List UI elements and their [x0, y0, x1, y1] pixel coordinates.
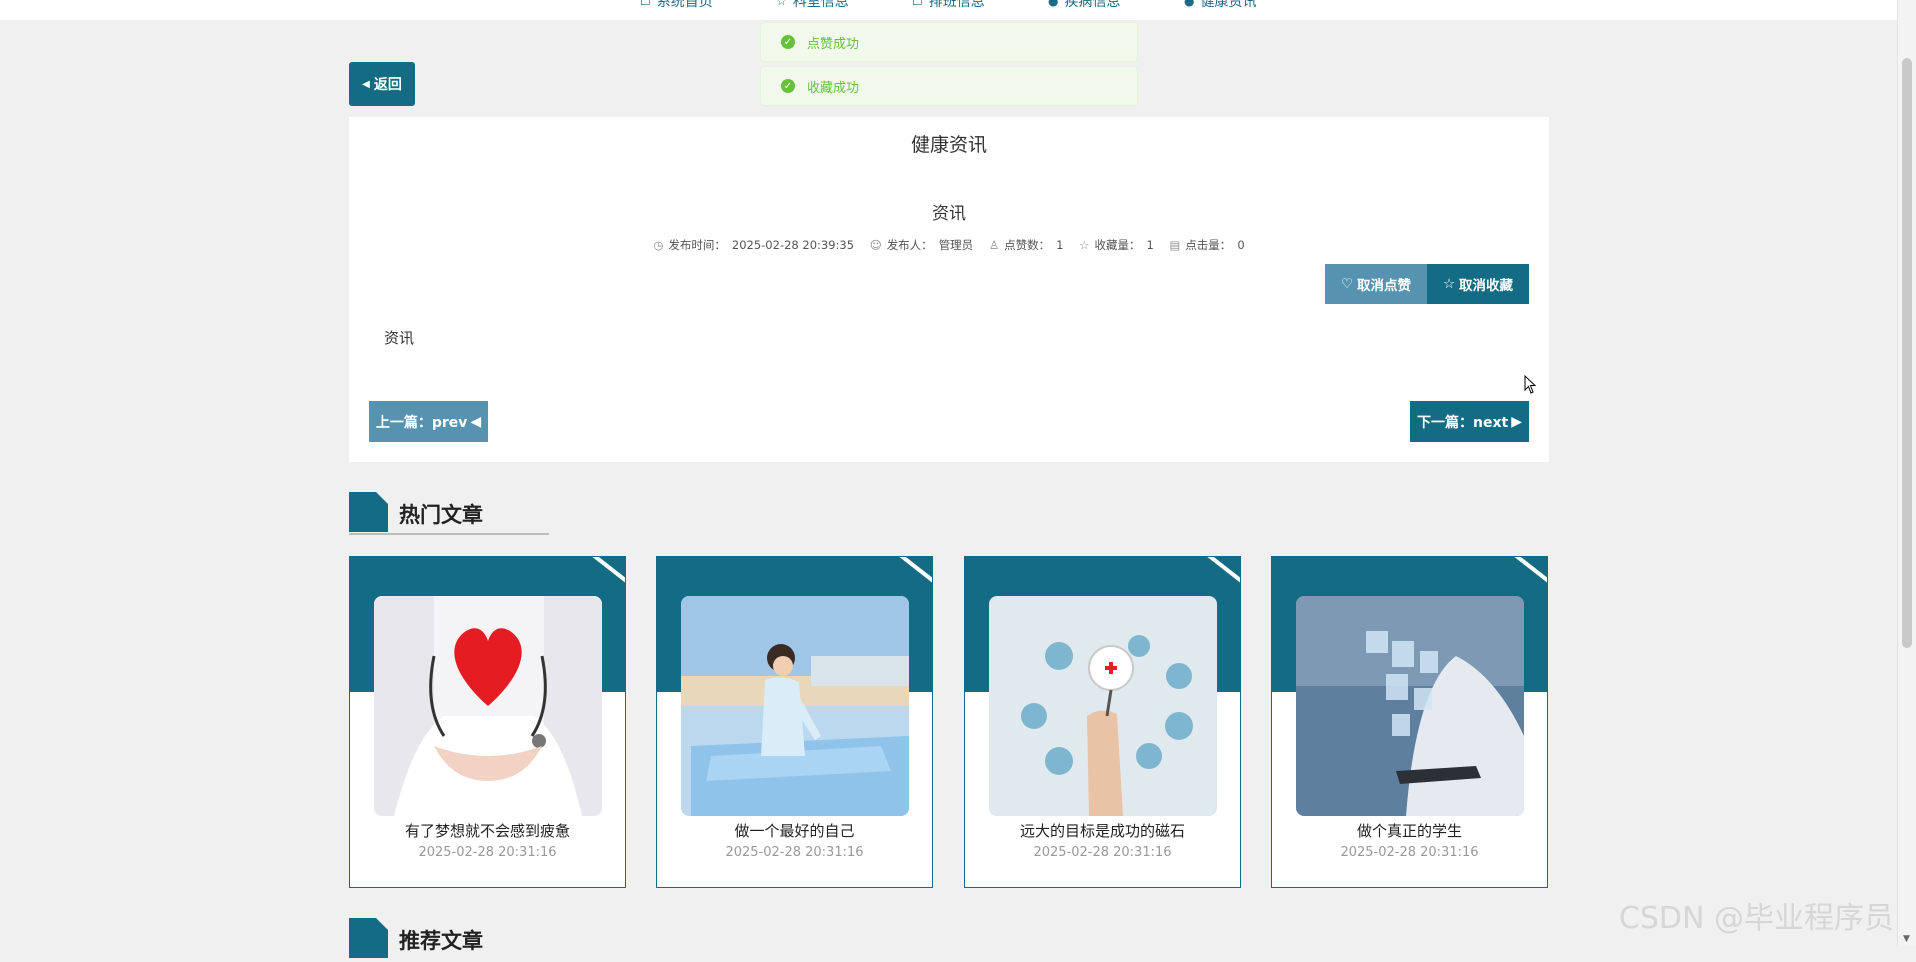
prev-button-label: 上一篇：prev [375, 414, 468, 431]
next-article-button[interactable]: 下一篇：next ▶ [1410, 401, 1529, 442]
document-icon: ▤ [1169, 238, 1181, 252]
nav-item-label: 健康资讯 [1200, 0, 1257, 10]
nav-item-diseases[interactable]: ● 疾病信息 [1048, 0, 1120, 11]
hot-article-card[interactable]: 有了梦想就不会感到疲惫 2025-02-28 20:31:16 [349, 556, 626, 888]
caret-left-icon: ◀ [362, 78, 370, 90]
arrow-right-icon: ▶ [1511, 413, 1522, 430]
nav-item-home[interactable]: ☐ 系统首页 [640, 0, 713, 11]
next-button-label: 下一篇：next [1417, 414, 1509, 431]
mouse-cursor-icon [1524, 375, 1537, 394]
prev-article-button[interactable]: 上一篇：prev ◀ [369, 401, 488, 442]
card-date: 2025-02-28 20:31:16 [1033, 845, 1172, 860]
clicks-count: 0 [1237, 238, 1245, 252]
toast-favorite-success: ✓ 收藏成功 [760, 66, 1138, 106]
heart-icon: ♡ [1340, 276, 1354, 292]
calendar-icon: ☐ [912, 0, 923, 8]
hot-article-card[interactable]: 做一个最好的自己 2025-02-28 20:31:16 [656, 556, 933, 888]
thumbs-up-icon: ♙ [988, 238, 1000, 252]
unlike-button[interactable]: ♡ 取消点赞 [1325, 264, 1427, 304]
user-icon: ☺ [869, 238, 882, 252]
card-date: 2025-02-28 20:31:16 [1340, 845, 1479, 860]
star-icon: ☆ [776, 0, 787, 8]
unfavorite-button-label: 取消收藏 [1459, 278, 1514, 294]
favorites-count: 1 [1146, 238, 1154, 252]
publish-time-label: 发布时间： [668, 238, 726, 252]
success-icon: ✓ [781, 79, 795, 93]
back-button[interactable]: ◀ 返回 [349, 62, 415, 106]
article-content: 资讯 [384, 329, 415, 347]
scrollbar-thumb[interactable] [1902, 58, 1912, 648]
likes-count: 1 [1056, 238, 1064, 252]
card-date: 2025-02-28 20:31:16 [725, 845, 864, 860]
publish-time: 2025-02-28 20:39:35 [731, 238, 855, 252]
scroll-down-icon[interactable]: ▼ [1903, 934, 1910, 944]
heading-underline [349, 533, 549, 535]
article-image-nurse [681, 596, 909, 816]
card-title: 做一个最好的自己 [734, 822, 855, 840]
card-title: 做个真正的学生 [1356, 822, 1462, 840]
star-icon: ☆ [1079, 238, 1090, 252]
hot-articles-title: 热门文章 [399, 503, 483, 527]
article-meta: ◷ 发布时间： 2025-02-28 20:39:35 ☺ 发布人： 管理员 ♙ 点赞数：… [349, 237, 1549, 253]
nav-item-label: 系统首页 [656, 0, 713, 10]
page-scrollbar[interactable]: ▼ [1897, 0, 1916, 946]
unfavorite-button[interactable]: ☆ 取消收藏 [1427, 264, 1529, 304]
home-icon: ☐ [640, 0, 651, 8]
success-icon: ✓ [781, 35, 795, 49]
card-date: 2025-02-28 20:31:16 [418, 845, 557, 860]
nav-item-label: 疾病信息 [1064, 0, 1121, 10]
article-actions: ♡ 取消点赞 ☆ 取消收藏 [1325, 264, 1529, 304]
back-button-label: 返回 [373, 77, 402, 93]
star-icon: ☆ [1442, 276, 1456, 292]
nav-item-schedule[interactable]: ☐ 排班信息 [912, 0, 985, 11]
nav-item-health-news[interactable]: ● 健康资讯 [1184, 0, 1256, 11]
toast-like-success: ✓ 点赞成功 [760, 22, 1138, 62]
heading-marker [349, 918, 388, 958]
likes-label: 点赞数： [1004, 238, 1051, 252]
hot-article-card[interactable]: 做个真正的学生 2025-02-28 20:31:16 [1271, 556, 1548, 888]
nav-item-label: 排班信息 [928, 0, 985, 10]
top-nav: ☐ 系统首页 ☆ 科室信息 ☐ 排班信息 ● 疾病信息 ● 健康资讯 [0, 0, 1898, 20]
card-title: 远大的目标是成功的磁石 [1019, 822, 1185, 840]
favorites-label: 收藏量： [1094, 238, 1141, 252]
page-title: 健康资讯 [910, 134, 987, 156]
article-image-medical-icons [989, 596, 1217, 816]
article-image-doctor-tablet [1296, 596, 1524, 816]
nav-item-departments[interactable]: ☆ 科室信息 [776, 0, 849, 11]
publisher-label: 发布人： [886, 238, 933, 252]
article-detail-panel: 健康资讯 资讯 ◷ 发布时间： 2025-02-28 20:39:35 ☺ 发布人： 管… [349, 117, 1549, 462]
clock-icon: ◷ [653, 238, 664, 252]
check-circle-icon: ● [1184, 0, 1195, 8]
toast-text: 收藏成功 [807, 80, 860, 96]
card-title: 有了梦想就不会感到疲惫 [404, 822, 570, 840]
check-circle-icon: ● [1048, 0, 1059, 8]
article-title: 资讯 [932, 204, 966, 224]
unlike-button-label: 取消点赞 [1357, 278, 1412, 294]
heading-marker [349, 492, 388, 532]
watermark: CSDN @毕业程序员 [1618, 901, 1894, 936]
publisher: 管理员 [938, 238, 974, 252]
hot-article-card[interactable]: 远大的目标是成功的磁石 2025-02-28 20:31:16 [964, 556, 1241, 888]
clicks-label: 点击量： [1185, 238, 1232, 252]
arrow-left-icon: ◀ [470, 413, 482, 430]
recommended-title: 推荐文章 [399, 929, 483, 953]
nav-item-label: 科室信息 [792, 0, 849, 10]
article-image-heart [374, 596, 602, 816]
toast-text: 点赞成功 [807, 36, 860, 52]
